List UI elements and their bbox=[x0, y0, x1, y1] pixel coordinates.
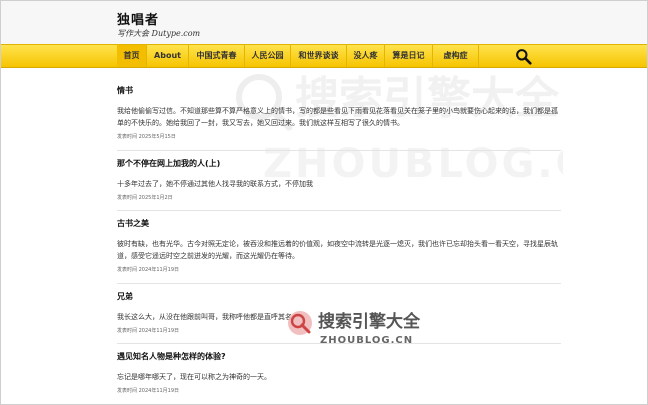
nav-item-peoples-park[interactable]: 人民公园 bbox=[245, 45, 291, 67]
post-title[interactable]: 遇见知名人物是种怎样的体验? bbox=[117, 351, 561, 362]
post-excerpt: 彼时有缺，也有光华。古今对照无定论，被吞没和推远着的价值观，如夜空中流转是光逐一… bbox=[117, 240, 558, 260]
post-excerpt: 忘记是哪年哪天了，现在可以称之为神奇的一天。 bbox=[117, 373, 271, 381]
post-excerpt: 十多年过去了，她不停通过其他人找寻我的联系方式，不停加我 bbox=[117, 180, 313, 188]
nav-item-no-one-cares[interactable]: 没人疼 bbox=[347, 45, 385, 67]
search-icon[interactable] bbox=[515, 48, 532, 65]
post-item: 情书 我给他偷偷写过信。不知道那些算不算严格意义上的情书，写的都是些看见下雨看见… bbox=[117, 85, 561, 140]
post-divider bbox=[117, 283, 561, 284]
post-divider bbox=[117, 343, 561, 344]
post-date: 发表时间 2025年1月2日 bbox=[117, 195, 173, 201]
post-excerpt: 我给他偷偷写过信。不知道那些算不算严格意义上的情书，写的都是些看见下雨看见花落看… bbox=[117, 107, 558, 127]
post-date: 发表时间 2025年5月15日 bbox=[117, 134, 176, 140]
site-header: 独唱者 写作大会 Dutype.com bbox=[1, 1, 647, 44]
post-date: 发表时间 2024年11月19日 bbox=[117, 267, 180, 273]
post-title[interactable]: 古书之美 bbox=[117, 218, 561, 229]
nav-item-diary[interactable]: 算是日记 bbox=[385, 45, 433, 67]
watermark-logo-en: ZHOUBLOG.CN bbox=[320, 335, 413, 346]
site-title[interactable]: 独唱者 bbox=[117, 9, 159, 28]
post-date: 发表时间 2024年11月19日 bbox=[117, 388, 180, 394]
nav-item-home[interactable]: 首页 bbox=[117, 45, 147, 67]
post-item: 兄弟 我长这么大，从没在他跟前叫哥，我称呼他都是直呼其名。 发表时间 2024年… bbox=[117, 291, 561, 334]
nav-item-fiction[interactable]: 虚构症 bbox=[433, 45, 479, 67]
post-date: 发表时间 2024年11月19日 bbox=[117, 328, 180, 334]
main-nav: 首页 About 中国式青春 人民公园 和世界谈谈 没人疼 算是日记 虚构症 bbox=[1, 44, 647, 68]
post-title[interactable]: 情书 bbox=[117, 85, 561, 96]
post-title[interactable]: 兄弟 bbox=[117, 291, 561, 302]
site-subtitle: 写作大会 Dutype.com bbox=[117, 29, 201, 38]
nav-item-chinese-youth[interactable]: 中国式青春 bbox=[189, 45, 245, 67]
post-item: 遇见知名人物是种怎样的体验? 忘记是哪年哪天了，现在可以称之为神奇的一天。 发表… bbox=[117, 351, 561, 394]
post-divider bbox=[117, 150, 561, 151]
post-divider bbox=[117, 210, 561, 211]
nav-item-about[interactable]: About bbox=[147, 45, 189, 67]
nav-item-talk-to-world[interactable]: 和世界谈谈 bbox=[291, 45, 347, 67]
page-frame: 独唱者 写作大会 Dutype.com 首页 About 中国式青春 人民公园 … bbox=[0, 0, 648, 405]
post-title[interactable]: 那个不停在网上加我的人(上) bbox=[117, 158, 561, 169]
post-item: 古书之美 彼时有缺，也有光华。古今对照无定论，被吞没和推远着的价值观，如夜空中流… bbox=[117, 218, 561, 273]
post-item: 那个不停在网上加我的人(上) 十多年过去了，她不停通过其他人找寻我的联系方式，不… bbox=[117, 158, 561, 201]
post-excerpt: 我长这么大，从没在他跟前叫哥，我称呼他都是直呼其名。 bbox=[117, 313, 299, 321]
